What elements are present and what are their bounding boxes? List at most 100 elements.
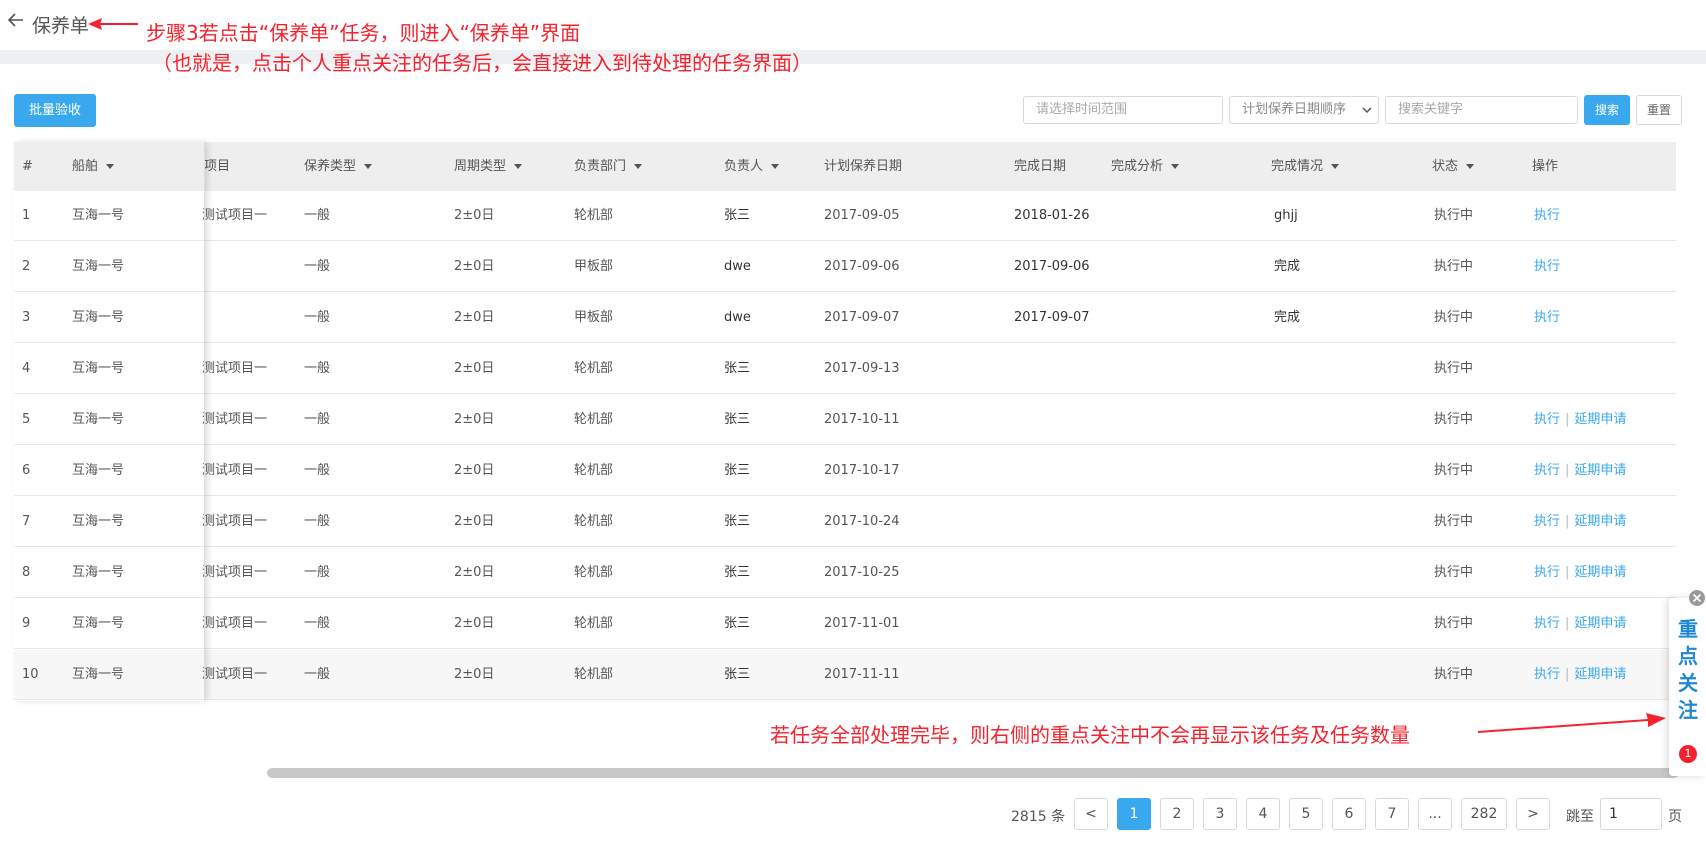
- cell-type: 一般: [304, 208, 331, 223]
- annotation-arrow-right-icon: [1477, 713, 1666, 733]
- cell-index: 2: [22, 259, 31, 274]
- header-status[interactable]: 状态: [1432, 142, 1475, 191]
- execute-link[interactable]: 执行: [1534, 412, 1560, 427]
- cell-dept: 轮机部: [574, 463, 614, 478]
- extension-request-link[interactable]: 延期申请: [1574, 616, 1626, 631]
- cell-ops: 执行 | 延期申请: [1534, 548, 1626, 598]
- header-ship[interactable]: 船舶: [72, 142, 115, 191]
- next-page-button[interactable]: >: [1516, 798, 1550, 830]
- cell-done-date: 2018-01-26: [1014, 208, 1090, 223]
- header-ops: 操作: [1532, 159, 1559, 174]
- cell-status: 执行中: [1434, 667, 1474, 682]
- focus-count-badge: 1: [1679, 745, 1697, 763]
- header-done-status[interactable]: 完成情况: [1271, 142, 1340, 191]
- header-cycle[interactable]: 周期类型: [454, 142, 523, 191]
- caret-down-icon: [1331, 164, 1340, 169]
- cell-cycle: 2±0日: [454, 259, 495, 274]
- reset-button[interactable]: 重置: [1636, 95, 1682, 125]
- horizontal-scrollbar[interactable]: [267, 768, 1679, 778]
- cell-index: 1: [22, 208, 31, 223]
- cell-status: 执行中: [1434, 259, 1474, 274]
- execute-link[interactable]: 执行: [1534, 259, 1560, 274]
- header-owner[interactable]: 负责人: [724, 142, 780, 191]
- annotation-bottom: 若任务全部处理完毕，则右侧的重点关注中不会再显示该任务及任务数量: [770, 723, 1410, 747]
- cell-cycle: 2±0日: [454, 667, 495, 682]
- cell-cycle: 2±0日: [454, 412, 495, 427]
- cell-ops: 执行: [1534, 293, 1560, 343]
- search-button[interactable]: 搜索: [1584, 95, 1630, 125]
- batch-accept-button[interactable]: 批量验收: [14, 94, 96, 127]
- cell-type: 一般: [304, 565, 331, 580]
- extension-request-link[interactable]: 延期申请: [1574, 667, 1626, 682]
- page-button[interactable]: 1: [1117, 798, 1151, 830]
- cell-owner: 张三: [724, 514, 751, 529]
- execute-link[interactable]: 执行: [1534, 310, 1560, 325]
- cell-cycle: 2±0日: [454, 208, 495, 223]
- ops-divider: |: [1565, 616, 1570, 631]
- close-icon[interactable]: [1688, 589, 1706, 607]
- cell-index: 4: [22, 361, 31, 376]
- execute-link[interactable]: 执行: [1534, 616, 1560, 631]
- cell-project: 测试项目一: [202, 463, 268, 478]
- extension-request-link[interactable]: 延期申请: [1574, 565, 1626, 580]
- cell-ship: 互海一号: [72, 565, 125, 580]
- cell-cycle: 2±0日: [454, 514, 495, 529]
- extension-request-link[interactable]: 延期申请: [1574, 412, 1626, 427]
- page-button[interactable]: 282: [1461, 798, 1507, 830]
- cell-ops: 执行: [1534, 191, 1560, 241]
- cell-ship: 互海一号: [72, 259, 125, 274]
- cell-type: 一般: [304, 463, 331, 478]
- cell-cycle: 2±0日: [454, 565, 495, 580]
- execute-link[interactable]: 执行: [1534, 565, 1560, 580]
- cell-plan-date: 2017-10-25: [824, 565, 900, 580]
- cell-type: 一般: [304, 667, 331, 682]
- page-button[interactable]: 2: [1160, 798, 1194, 830]
- extension-request-link[interactable]: 延期申请: [1574, 463, 1626, 478]
- cell-dept: 轮机部: [574, 565, 614, 580]
- header-type[interactable]: 保养类型: [304, 142, 373, 191]
- focus-panel-label[interactable]: 重 点 关 注: [1678, 616, 1698, 724]
- cell-type: 一般: [304, 616, 331, 631]
- annotation-step3: 步骤3若点击“保养单”任务，则进入“保养单”界面: [146, 21, 581, 45]
- cell-project: 测试项目一: [202, 208, 268, 223]
- cell-dept: 轮机部: [574, 616, 614, 631]
- page-title: 保养单: [32, 15, 90, 37]
- page-button[interactable]: 4: [1246, 798, 1280, 830]
- execute-link[interactable]: 执行: [1534, 208, 1560, 223]
- header-analysis[interactable]: 完成分析: [1111, 142, 1180, 191]
- cell-index: 8: [22, 565, 31, 580]
- cell-owner: dwe: [724, 259, 751, 274]
- cell-index: 6: [22, 463, 31, 478]
- page-button[interactable]: 7: [1375, 798, 1409, 830]
- page-button[interactable]: 6: [1332, 798, 1366, 830]
- cell-done-status: 完成: [1274, 259, 1301, 274]
- caret-down-icon: [634, 164, 643, 169]
- cell-ship: 互海一号: [72, 616, 125, 631]
- page-button[interactable]: 5: [1289, 798, 1323, 830]
- cell-owner: dwe: [724, 310, 751, 325]
- cell-cycle: 2±0日: [454, 616, 495, 631]
- page-button[interactable]: ...: [1418, 798, 1452, 830]
- cell-plan-date: 2017-09-05: [824, 208, 900, 223]
- jump-page-input[interactable]: 1: [1600, 798, 1662, 830]
- keyword-search-input[interactable]: 搜索关键字: [1385, 96, 1578, 124]
- execute-link[interactable]: 执行: [1534, 463, 1560, 478]
- ops-divider: |: [1565, 514, 1570, 529]
- cell-status: 执行中: [1434, 412, 1474, 427]
- page-button[interactable]: 3: [1203, 798, 1237, 830]
- cell-dept: 轮机部: [574, 514, 614, 529]
- prev-page-button[interactable]: <: [1074, 798, 1108, 830]
- execute-link[interactable]: 执行: [1534, 667, 1560, 682]
- header-plan-date: 计划保养日期: [824, 159, 903, 174]
- caret-down-icon: [514, 164, 523, 169]
- time-range-input[interactable]: 请选择时间范围: [1023, 96, 1223, 124]
- extension-request-link[interactable]: 延期申请: [1574, 514, 1626, 529]
- execute-link[interactable]: 执行: [1534, 514, 1560, 529]
- header-dept[interactable]: 负责部门: [574, 142, 643, 191]
- sort-select[interactable]: 计划保养日期顺序: [1229, 96, 1379, 124]
- cell-done-date: 2017-09-07: [1014, 310, 1090, 325]
- back-arrow-icon[interactable]: [6, 10, 26, 30]
- jump-label: 跳至: [1566, 809, 1594, 825]
- cell-plan-date: 2017-09-13: [824, 361, 900, 376]
- cell-project: 测试项目一: [202, 565, 268, 580]
